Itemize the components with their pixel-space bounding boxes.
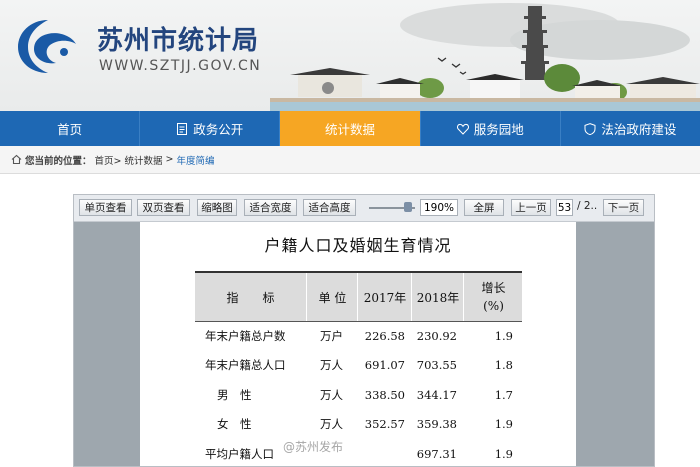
table-title: 户籍人口及婚姻生育情况 — [264, 236, 452, 255]
breadcrumb: 您当前的位置： 首页> 统计数据 > 年度简编 — [0, 146, 700, 174]
row-value-2017 — [357, 439, 405, 466]
table-row: 男 性万人 338.50 344.17 1.7 — [195, 380, 522, 409]
breadcrumb-link-home[interactable]: 首页> — [95, 153, 122, 167]
nav-item-home[interactable]: 首页 — [0, 111, 141, 146]
row-unit: 万人 — [320, 358, 343, 372]
home-icon — [11, 154, 22, 165]
row-value-2017: 338.50 — [364, 387, 405, 402]
zoom-slider-handle[interactable] — [404, 202, 412, 212]
nav-item-government-affairs[interactable]: 政务公开 — [140, 111, 281, 146]
row-unit: 万人 — [320, 417, 343, 431]
row-unit: 万户 — [320, 328, 343, 343]
site-url: WWW.SZTJJ.GOV.CN — [99, 58, 262, 74]
nav-item-label: 统计数据 — [325, 122, 376, 137]
row-value-2018: 230.92 — [416, 328, 457, 343]
shield-icon — [584, 122, 596, 135]
row-value-2017: 226.58 — [364, 328, 405, 343]
table-row: 年末户籍总户数 万户 226.58 230.92 1.9 — [195, 321, 522, 350]
nav-item-label: 服务园地 — [473, 122, 524, 137]
nav-item-label: 首页 — [57, 122, 83, 137]
row-growth: 1.7 — [494, 387, 513, 402]
breadcrumb-current: 年度简编 — [176, 155, 215, 167]
site-banner: 苏州市统计局 WWW.SZTJJ.GOV.CN — [0, 0, 700, 111]
document-viewer: 单页查看 双页查看 缩略图 适合宽度 适合高度 190% 全屏 上一页 53 /… — [73, 194, 655, 467]
row-growth: 1.8 — [494, 358, 513, 372]
double-page-button[interactable]: 双页查看 — [137, 199, 190, 216]
row-growth: 1.9 — [494, 417, 513, 431]
prev-page-button[interactable]: 上一页 — [511, 199, 551, 216]
heart-icon — [456, 123, 469, 135]
row-value-2018: 697.31 — [416, 446, 457, 461]
nav-item-rule-of-law[interactable]: 法治政府建设 — [561, 111, 700, 146]
fit-width-button[interactable]: 适合宽度 — [244, 199, 297, 216]
weibo-watermark: @苏州发布 — [283, 440, 344, 454]
suzhou-skyline-illustration — [270, 3, 700, 111]
breadcrumb-link-statistics[interactable]: 统计数据 — [124, 153, 162, 167]
column-header-2018: 2018年 — [411, 273, 464, 321]
column-header-indicator: 指 标 — [226, 290, 275, 305]
row-value-2017: 691.07 — [364, 358, 405, 372]
column-header-2017: 2017年 — [357, 273, 412, 321]
viewer-toolbar: 单页查看 双页查看 缩略图 适合宽度 适合高度 190% 全屏 上一页 53 /… — [74, 195, 654, 222]
table-row: 平均户籍人口 697.31 1.9 — [195, 439, 522, 466]
next-page-button[interactable]: 下一页 — [603, 199, 644, 216]
fit-height-button[interactable]: 适合高度 — [303, 199, 356, 216]
document-page: 户籍人口及婚姻生育情况 指 标 单 位 2017年 2018年 增长 (%) 年… — [140, 222, 576, 466]
table-row: 年末户籍总人口 万人 691.07 703.55 1.8 — [195, 351, 522, 380]
row-indicator: 年末户籍总户数 — [205, 328, 286, 343]
row-unit: 万人 — [320, 387, 343, 402]
site-name: 苏州市统计局 — [97, 26, 260, 56]
nav-item-label: 政务公开 — [193, 122, 244, 137]
document-icon — [177, 122, 188, 135]
row-growth: 1.9 — [494, 446, 513, 461]
thumbnails-button[interactable]: 缩略图 — [197, 199, 237, 216]
row-growth: 1.9 — [494, 328, 513, 343]
table-row: 女 性万人 352.57 359.38 1.9 — [195, 410, 522, 439]
column-header-unit: 单 位 — [306, 273, 358, 321]
row-value-2017: 352.57 — [364, 417, 405, 431]
nav-item-services[interactable]: 服务园地 — [421, 111, 561, 146]
row-value-2018: 703.55 — [416, 358, 457, 372]
row-indicator: 年末户籍总人口 — [205, 358, 286, 372]
row-value-2018: 344.17 — [416, 387, 457, 402]
page-total: / 2.. — [577, 200, 598, 212]
single-page-button[interactable]: 单页查看 — [79, 199, 132, 216]
breadcrumb-prefix: 您当前的位置： — [25, 155, 92, 167]
zoom-level-input[interactable]: 190% — [420, 199, 458, 216]
site-logo[interactable] — [12, 16, 84, 78]
page-number-input[interactable]: 53 — [556, 199, 573, 216]
fullscreen-button[interactable]: 全屏 — [464, 199, 504, 216]
main-nav: 首页 政务公开 统计数据 服务园地 法治政府建设 — [0, 111, 700, 146]
nav-item-statistics[interactable]: 统计数据 — [280, 111, 421, 146]
column-header-growth: 增长 (%) — [463, 273, 523, 321]
row-value-2018: 359.38 — [416, 417, 457, 431]
nav-item-label: 法治政府建设 — [601, 122, 677, 137]
breadcrumb-separator: > — [165, 154, 174, 165]
table-header: 指 标 单 位 2017年 2018年 增长 (%) — [195, 271, 522, 322]
